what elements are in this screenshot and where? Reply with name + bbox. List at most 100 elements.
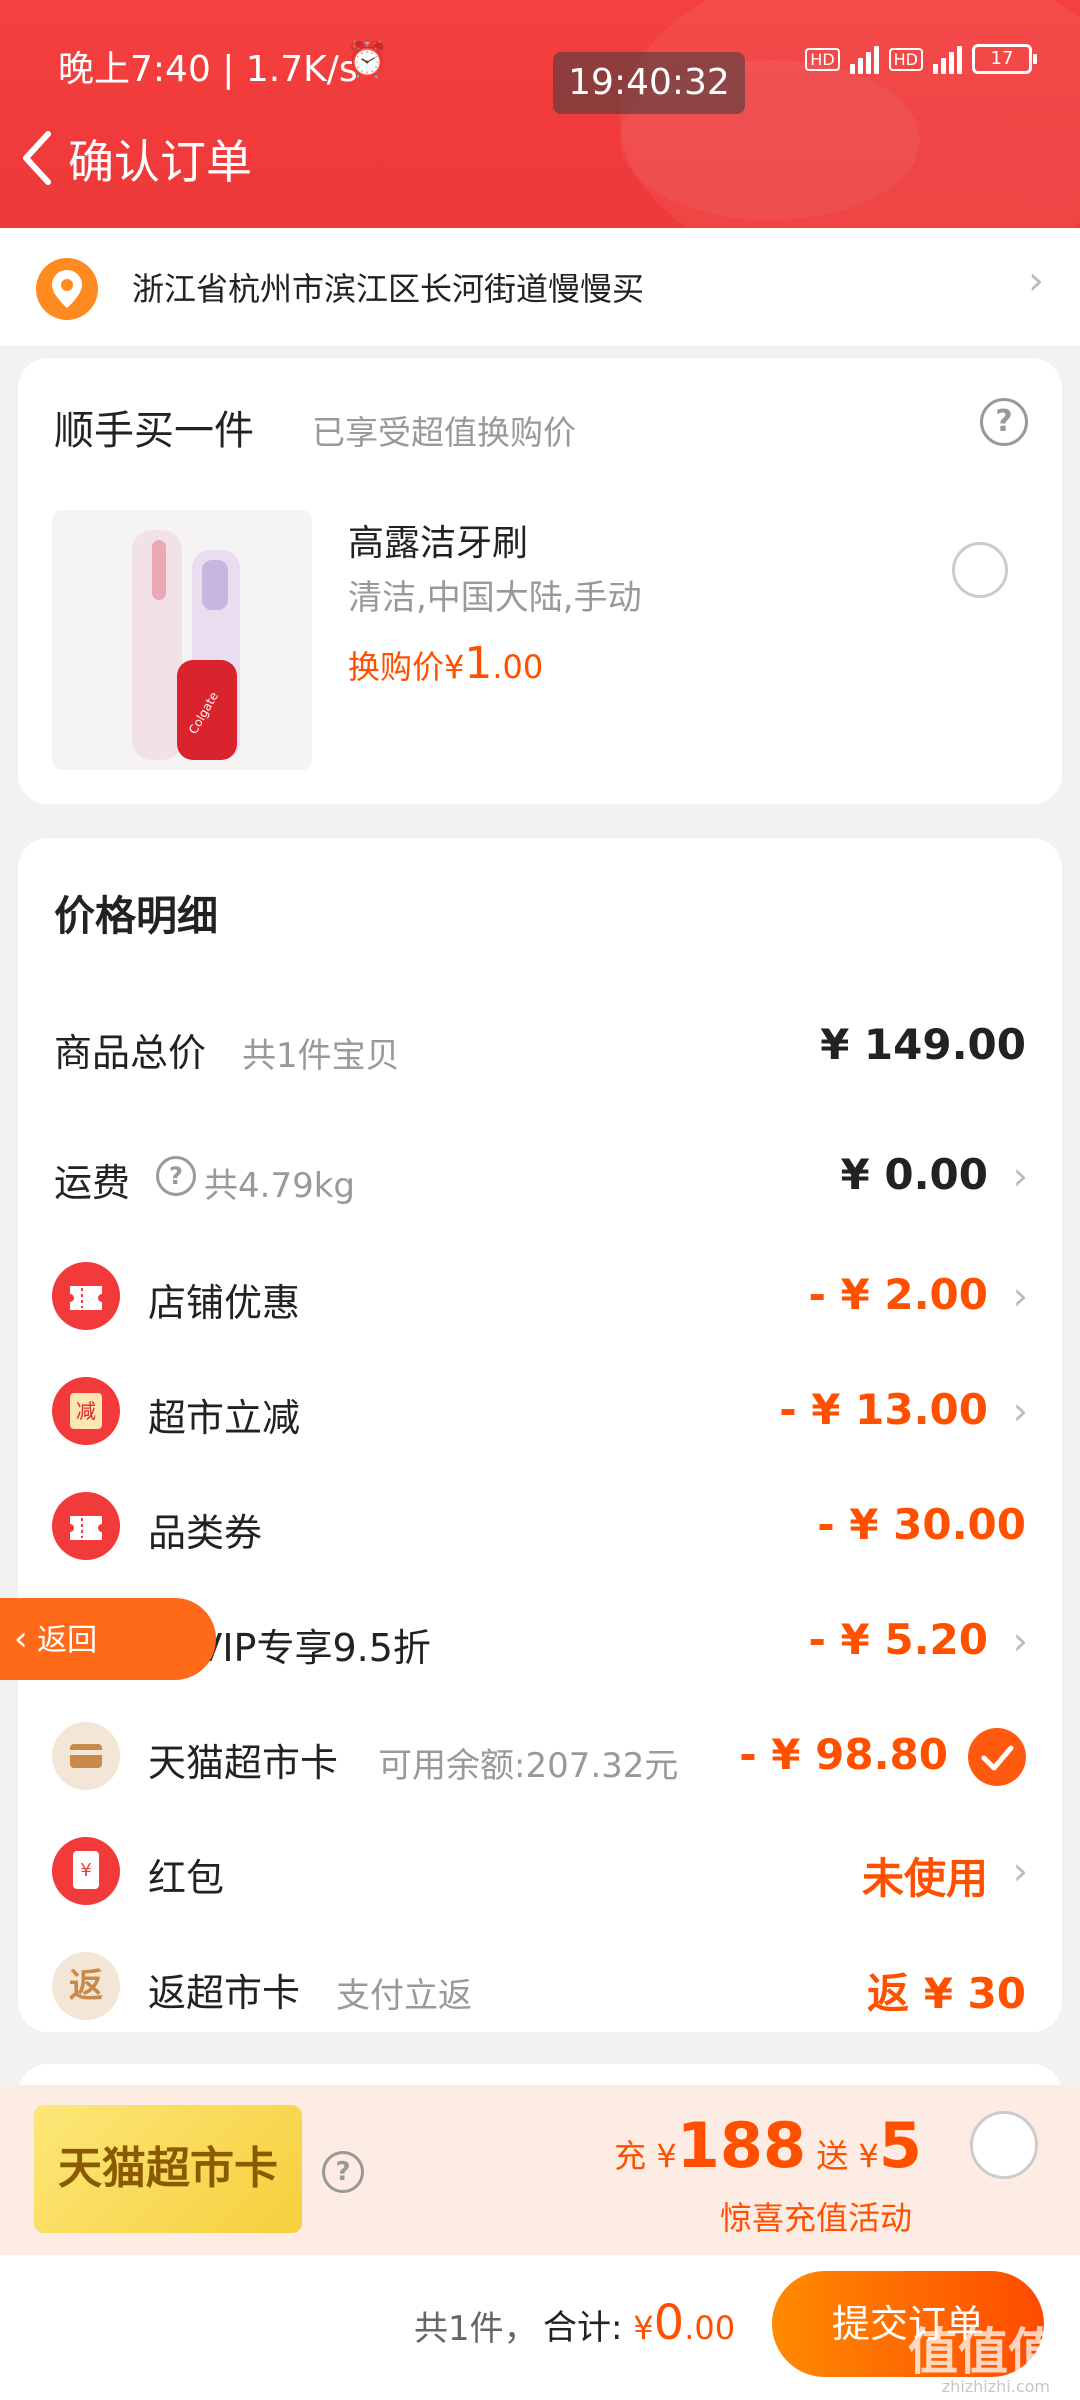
gift-amount: 5 — [878, 2109, 922, 2182]
currency: ¥ — [444, 648, 465, 686]
promo-desc: 惊喜充值活动 — [719, 2199, 912, 2237]
charge-amount: 188 — [676, 2109, 807, 2182]
address-bar[interactable]: 浙江省杭州市滨江区长河街道慢慢买 › — [0, 228, 1080, 346]
total-integer: 0 — [653, 2295, 685, 2351]
watermark-sub: zhizhizhi.com — [941, 2377, 1050, 2396]
row-supermarket-discount[interactable]: 减 超市立减 - ¥ 13.00 › — [18, 1371, 1062, 1451]
total-decimal: .00 — [684, 2309, 736, 2347]
discount-icon: 减 — [52, 1377, 120, 1445]
recharge-promo[interactable]: 天猫超市卡 ? 充 ¥188 送 ¥5 惊喜充值活动 — [0, 2085, 1080, 2255]
check-icon — [981, 1745, 1014, 1771]
recharge-offer: 充 ¥188 送 ¥5 — [614, 2109, 922, 2182]
row-label: 运费 — [54, 1161, 131, 1205]
row-value: - ¥ 2.00 — [808, 1270, 988, 1319]
battery-icon: 17 — [972, 44, 1037, 74]
help-icon[interactable]: ? — [980, 398, 1028, 446]
row-label: 超市立减 — [148, 1396, 301, 1440]
row-subtotal: 商品总价 共1件宝贝 ¥ 149.00 — [18, 1006, 1062, 1086]
supermarket-card-badge: 天猫超市卡 — [34, 2105, 302, 2233]
help-icon[interactable]: ? — [156, 1156, 196, 1196]
location-icon — [36, 258, 98, 320]
chevron-left-icon: ‹ — [14, 1619, 28, 1659]
help-icon[interactable]: ? — [322, 2151, 364, 2193]
row-value: - ¥ 30.00 — [817, 1500, 1026, 1549]
price-decimal: .00 — [492, 648, 544, 686]
total-label: 合计: — [543, 2308, 623, 2348]
red-packet-icon-text: ¥ — [73, 1851, 99, 1889]
signal-icon — [849, 44, 879, 74]
chevron-left-icon — [23, 131, 51, 185]
row-note: 支付立返 — [336, 1976, 472, 2016]
promo-select-radio[interactable] — [970, 2111, 1038, 2179]
addon-card: 顺手买一件 已享受超值换购价 ? Colgate 高露洁牙刷 清洁,中国大陆,手… — [18, 358, 1062, 804]
watermark: 值值值 — [908, 2323, 1058, 2381]
coupon-icon — [52, 1262, 120, 1330]
row-cashback: 返 返超市卡 支付立返 返 ¥ 30 — [18, 1946, 1062, 2026]
cashback-icon: 返 — [52, 1952, 120, 2020]
signal-icon — [933, 44, 962, 74]
price-detail-title: 价格明细 — [54, 892, 218, 940]
gift-prefix: 送 — [816, 2137, 849, 2175]
currency: ¥ — [633, 2309, 654, 2347]
chevron-right-icon: › — [1012, 1619, 1028, 1663]
product-price: 换购价¥1.00 — [348, 638, 543, 689]
row-value: - ¥ 5.20 — [808, 1615, 988, 1664]
chevron-right-icon: › — [1012, 1274, 1028, 1318]
row-label: 商品总价 — [54, 1031, 207, 1075]
discount-icon-text: 减 — [70, 1393, 102, 1429]
row-value: - ¥ 98.80 — [739, 1730, 948, 1779]
page-title: 确认订单 — [68, 135, 252, 189]
chevron-right-icon: › — [1012, 1154, 1028, 1198]
back-button[interactable] — [16, 128, 60, 188]
row-shipping[interactable]: 运费 ? 共4.79kg ¥ 0.00 › — [18, 1136, 1062, 1216]
cashback-icon-text: 返 — [69, 1966, 103, 2006]
total-value: ¥0.00 — [633, 2295, 736, 2351]
currency: ¥ — [656, 2137, 677, 2175]
row-category-coupon[interactable]: 品类券 - ¥ 30.00 — [18, 1486, 1062, 1566]
order-total: 合计: ¥0.00 — [543, 2295, 735, 2351]
floating-back-button[interactable]: ‹ 返回 — [0, 1598, 216, 1680]
row-red-packet[interactable]: ¥ 红包 未使用 › — [18, 1831, 1062, 1911]
price-detail-card: 价格明细 商品总价 共1件宝贝 ¥ 149.00 运费 ? 共4.79kg ¥ … — [18, 838, 1062, 2032]
row-note: 共1件宝贝 — [242, 1036, 400, 1076]
floating-back-label: 返回 — [37, 1623, 98, 1658]
charge-prefix: 充 — [614, 2137, 647, 2175]
system-icons: HD HD 17 — [805, 44, 1037, 74]
row-note: 可用余额:207.32元 — [378, 1746, 679, 1786]
addon-subtitle: 已享受超值换购价 — [312, 413, 576, 452]
header: 晚上7:40 | 1.7K/s ⏰ 19:40:32 HD HD 17 确认订单 — [0, 0, 1080, 228]
checkbox-checked[interactable] — [968, 1728, 1026, 1786]
item-count: 共1件， — [414, 2309, 538, 2349]
red-packet-icon: ¥ — [52, 1837, 120, 1905]
product-name: 高露洁牙刷 — [348, 523, 529, 564]
status-text: 晚上7:40 | 1.7K/s — [58, 49, 358, 90]
card-icon — [52, 1722, 120, 1790]
address-text: 浙江省杭州市滨江区长河街道慢慢买 — [132, 270, 645, 308]
row-value: ¥ 0.00 — [840, 1150, 988, 1199]
product-spec: 清洁,中国大陆,手动 — [348, 578, 642, 618]
row-label: 品类券 — [148, 1511, 263, 1555]
row-value: - ¥ 13.00 — [779, 1385, 988, 1434]
hd-icon: HD — [888, 47, 923, 71]
alarm-icon: ⏰ — [346, 40, 389, 80]
row-value: 未使用 — [861, 1854, 988, 1903]
row-label: 返超市卡 — [148, 1971, 301, 2015]
chevron-right-icon: › — [1012, 1389, 1028, 1433]
currency: ¥ — [858, 2137, 879, 2175]
row-value: ¥ 149.00 — [820, 1020, 1026, 1069]
product-image[interactable]: Colgate — [52, 510, 312, 770]
row-label: 红包 — [148, 1856, 225, 1900]
row-value: 返 ¥ 30 — [867, 1969, 1026, 2018]
coupon-icon — [52, 1492, 120, 1560]
chevron-right-icon: › — [1012, 1849, 1028, 1893]
addon-select-radio[interactable] — [952, 542, 1008, 598]
addon-title: 顺手买一件 — [54, 408, 254, 454]
row-label: 天猫超市卡 — [148, 1741, 339, 1785]
row-label: 店铺优惠 — [148, 1281, 301, 1325]
row-shop-discount[interactable]: 店铺优惠 - ¥ 2.00 › — [18, 1256, 1062, 1336]
row-note: 共4.79kg — [204, 1166, 355, 1206]
price-integer: 1 — [464, 638, 493, 689]
row-supermarket-card[interactable]: 天猫超市卡 可用余额:207.32元 - ¥ 98.80 — [18, 1716, 1062, 1796]
checkout-bar: 共1件， 合计: ¥0.00 提交订单 值值值 zhizhizhi.com — [0, 2255, 1080, 2400]
chevron-right-icon: › — [1028, 258, 1044, 304]
